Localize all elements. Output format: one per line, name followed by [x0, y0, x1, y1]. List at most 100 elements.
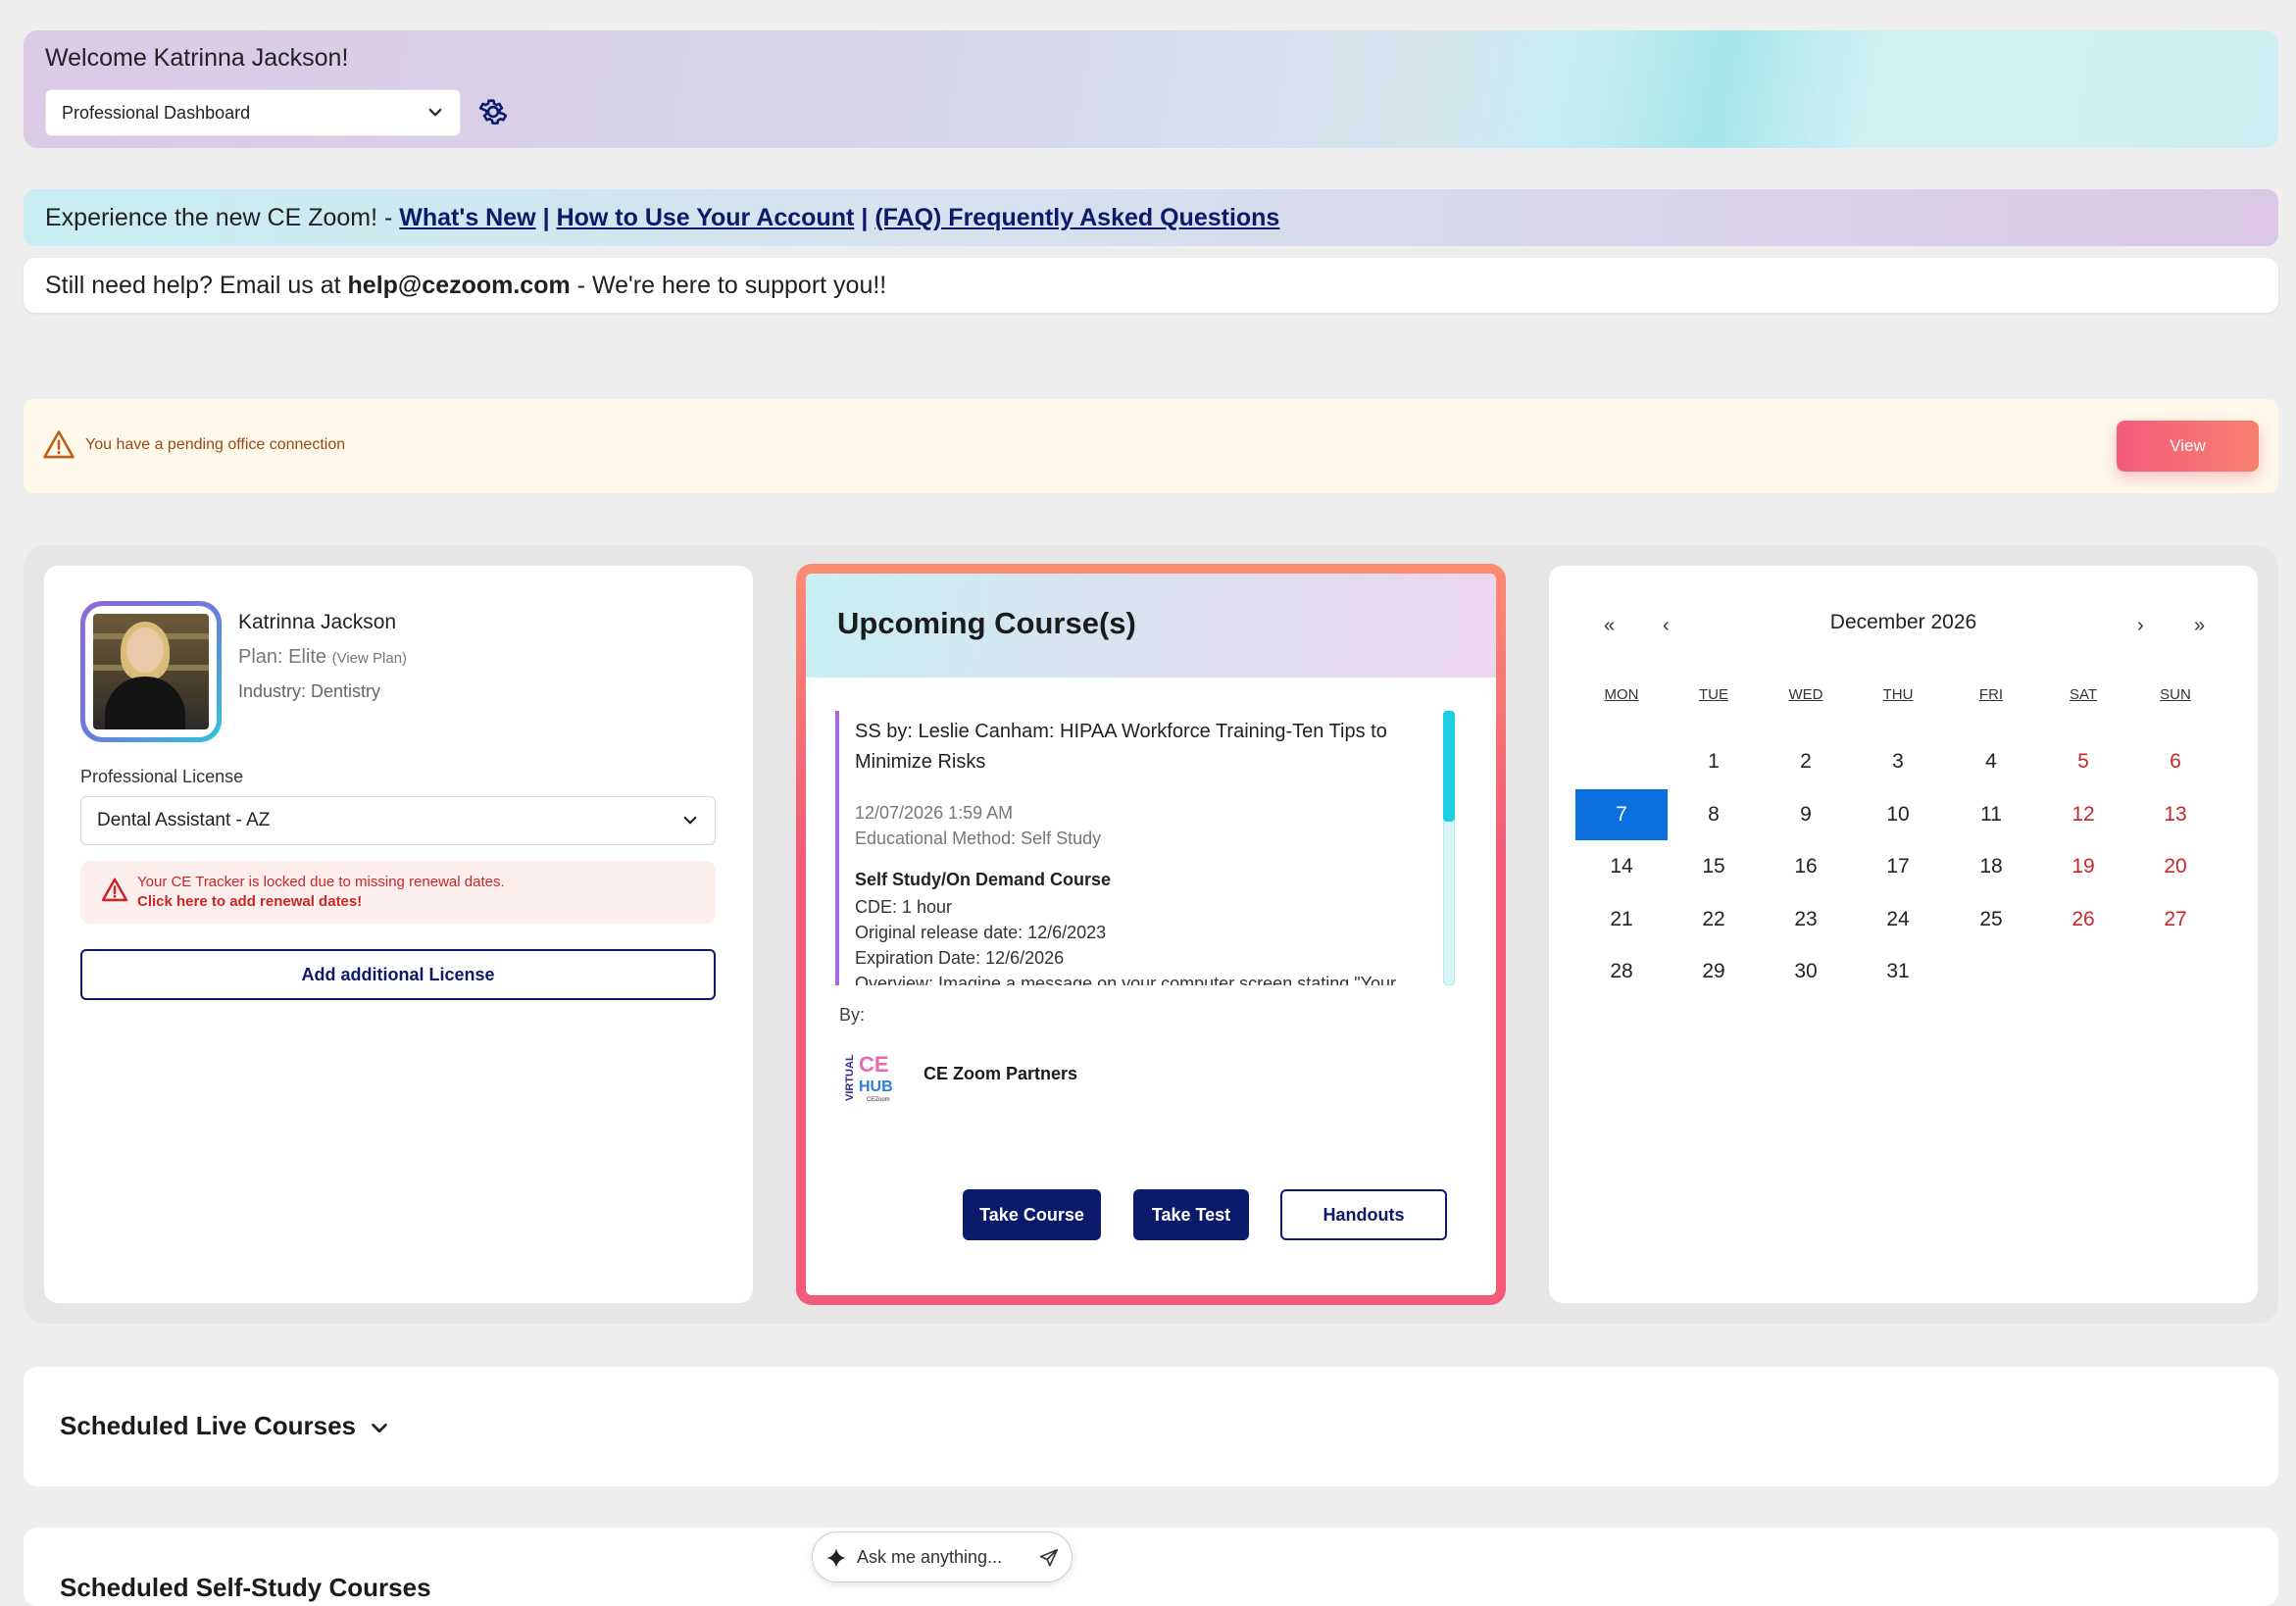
view-button[interactable]: View	[2117, 421, 2259, 472]
add-renewal-dates-link[interactable]: Click here to add renewal dates!	[137, 893, 362, 910]
calendar-day[interactable]: 22	[1668, 894, 1760, 945]
whats-new-link[interactable]: What's New	[399, 204, 535, 232]
license-select-value: Dental Assistant - AZ	[97, 810, 271, 830]
calendar-weekday-label: MON	[1604, 686, 1639, 703]
calendar-day[interactable]: 28	[1575, 946, 1668, 997]
calendar-weekday-label: THU	[1882, 686, 1914, 703]
calendar-weekday-label: FRI	[1978, 686, 2004, 703]
course-type: Self Study/On Demand Course	[855, 870, 1112, 889]
calendar-day[interactable]: 11	[1945, 789, 2037, 840]
sparkle-icon	[826, 1548, 846, 1568]
how-to-use-link[interactable]: How to Use Your Account	[557, 204, 855, 232]
help-bar: Still need help? Email us at help@cezoom…	[24, 258, 2278, 313]
calendar-day[interactable]: 2	[1760, 736, 1852, 787]
calendar-weekday-label: SAT	[2069, 686, 2098, 703]
calendar-day[interactable]: 6	[2129, 736, 2221, 787]
calendar-day[interactable]: 13	[2129, 789, 2221, 840]
help-email: help@cezoom.com	[347, 271, 571, 299]
course-expiration-date: Expiration Date: 12/6/2026	[855, 948, 1065, 968]
send-icon[interactable]	[1038, 1547, 1060, 1569]
calendar-next-month-button[interactable]: ›	[2137, 615, 2144, 637]
calendar-day[interactable]: 29	[1668, 946, 1760, 997]
calendar-day[interactable]: 30	[1760, 946, 1852, 997]
profile-plan: Plan: Elite (View Plan)	[238, 646, 407, 669]
svg-text:CE: CE	[859, 1052, 889, 1077]
course-scrollbar-thumb[interactable]	[1443, 711, 1455, 822]
profile-industry: Industry: Dentistry	[238, 681, 381, 701]
welcome-banner: Welcome Katrinna Jackson! Professional D…	[24, 30, 2278, 148]
help-prefix: Still need help? Email us at	[45, 271, 341, 299]
welcome-title: Welcome Katrinna Jackson!	[45, 44, 349, 72]
calendar-day[interactable]: 12	[2037, 789, 2129, 840]
svg-text:CEZoom: CEZoom	[867, 1097, 890, 1103]
help-suffix: - We're here to support you!!	[576, 271, 887, 299]
pending-connection-alert: You have a pending office connection Vie…	[24, 399, 2278, 493]
alert-triangle-icon	[101, 878, 128, 902]
profile-name: Katrinna Jackson	[238, 611, 397, 633]
partner-name: CE Zoom Partners	[923, 1064, 1078, 1083]
view-plan-link[interactable]: (View Plan)	[332, 650, 407, 667]
virtual-ce-hub-logo: VIRTUAL CE HUB CEZoom	[844, 1052, 893, 1103]
handouts-button[interactable]: Handouts	[1280, 1189, 1447, 1240]
svg-text:VIRTUAL: VIRTUAL	[844, 1054, 856, 1101]
calendar-next-year-button[interactable]: »	[2194, 615, 2205, 637]
calendar-day[interactable]: 7	[1575, 788, 1668, 840]
calendar-day[interactable]: 23	[1760, 894, 1852, 945]
calendar-weekday-label: SUN	[2160, 686, 2191, 703]
course-card-title: Upcoming Course(s)	[837, 606, 1136, 640]
calendar-day[interactable]: 4	[1945, 736, 2037, 787]
take-course-button[interactable]: Take Course	[963, 1189, 1101, 1240]
faq-link[interactable]: (FAQ) Frequently Asked Questions	[874, 204, 1279, 232]
calendar-day[interactable]: 18	[1945, 841, 2037, 892]
announcement-intro: Experience the new CE Zoom! -	[45, 203, 393, 231]
course-cde: CDE: 1 hour	[855, 897, 953, 917]
calendar-day[interactable]: 27	[2129, 894, 2221, 945]
calendar-day[interactable]: 21	[1575, 894, 1668, 945]
calendar-day[interactable]: 31	[1852, 946, 1944, 997]
calendar-day[interactable]: 10	[1852, 789, 1944, 840]
scheduled-live-courses-title: Scheduled Live Courses	[60, 1411, 356, 1440]
calendar-day[interactable]: 1	[1668, 736, 1760, 787]
calendar-month-label: December 2026	[1829, 611, 1977, 633]
tracker-locked-alert: Your CE Tracker is locked due to missing…	[80, 861, 716, 924]
assistant-placeholder: Ask me anything...	[857, 1547, 1003, 1567]
by-label: By:	[839, 1005, 866, 1025]
pending-message: You have a pending office connection	[85, 436, 346, 453]
calendar-day[interactable]: 25	[1945, 894, 2037, 945]
license-select[interactable]: Dental Assistant - AZ	[80, 796, 716, 845]
course-date: 12/07/2026 1:59 AM	[855, 803, 1014, 823]
course-method: Educational Method: Self Study	[855, 828, 1102, 848]
course-title: SS by: Leslie Canham: HIPAA Workforce Tr…	[855, 721, 1387, 773]
add-license-button[interactable]: Add additional License	[80, 949, 716, 1000]
chevron-down-icon	[683, 816, 697, 825]
calendar-day[interactable]: 20	[2129, 841, 2221, 892]
scheduled-self-study-title: Scheduled Self-Study Courses	[60, 1573, 431, 1602]
profile-card: Katrinna Jackson Plan: Elite (View Plan)…	[44, 566, 753, 1303]
calendar-day[interactable]: 26	[2037, 894, 2129, 945]
calendar-day[interactable]: 8	[1668, 789, 1760, 840]
calendar-day[interactable]: 19	[2037, 841, 2129, 892]
separator: |	[542, 203, 550, 231]
course-details[interactable]: SS by: Leslie Canham: HIPAA Workforce Tr…	[835, 711, 1435, 985]
assistant-input[interactable]: Ask me anything...	[812, 1531, 1073, 1582]
scheduled-self-study-section[interactable]: Scheduled Self-Study Courses	[24, 1528, 2278, 1606]
gear-icon[interactable]	[476, 95, 510, 128]
calendar-day[interactable]: 15	[1668, 841, 1760, 892]
license-label: Professional License	[80, 767, 244, 786]
calendar-day[interactable]: 24	[1852, 894, 1944, 945]
upcoming-course-card: Upcoming Course(s) SS by: Leslie Canham:…	[796, 564, 1506, 1305]
calendar-day[interactable]: 14	[1575, 841, 1668, 892]
calendar-day[interactable]: 3	[1852, 736, 1944, 787]
dashboard-select[interactable]: Professional Dashboard	[45, 89, 461, 136]
calendar-day[interactable]: 5	[2037, 736, 2129, 787]
chevron-down-icon[interactable]	[369, 1418, 390, 1439]
avatar[interactable]	[80, 601, 222, 742]
svg-text:HUB: HUB	[859, 1079, 893, 1095]
calendar-day[interactable]: 17	[1852, 841, 1944, 892]
calendar-weekday-label: WED	[1788, 686, 1823, 703]
scheduled-live-courses-section[interactable]: Scheduled Live Courses	[24, 1367, 2278, 1486]
calendar-day[interactable]: 16	[1760, 841, 1852, 892]
locked-message: Your CE Tracker is locked due to missing…	[137, 874, 505, 890]
take-test-button[interactable]: Take Test	[1133, 1189, 1249, 1240]
calendar-day[interactable]: 9	[1760, 789, 1852, 840]
